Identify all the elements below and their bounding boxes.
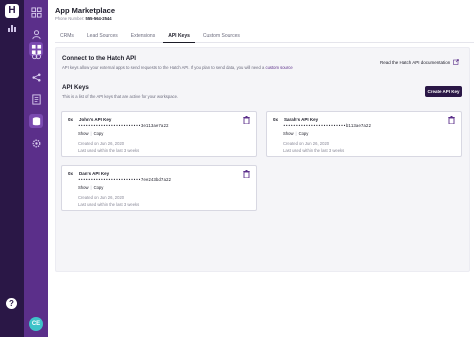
tab-bar: CRMs Lead Sources Extensions API Keys Cu… (55, 31, 474, 43)
custom-source-link[interactable]: custom source (265, 65, 292, 70)
copy-key-button[interactable]: Copy (299, 131, 309, 136)
api-keys-title: API Keys (62, 84, 89, 91)
key-actions: Show | Copy (78, 131, 103, 136)
page-title: App Marketplace (55, 6, 116, 15)
divider: | (90, 131, 92, 136)
show-key-button[interactable]: Show (78, 131, 88, 136)
key-icon: 0x (68, 117, 74, 122)
key-actions: Show | Copy (78, 185, 103, 190)
api-keys-description: This is a list of the API keys that are … (62, 94, 179, 99)
avatar[interactable]: CE (29, 317, 43, 331)
help-icon[interactable]: ? (6, 298, 17, 309)
hatch-logo[interactable]: H (5, 4, 19, 18)
tab-custom-sources[interactable]: Custom Sources (198, 31, 245, 43)
user-icon[interactable] (29, 27, 43, 41)
phone-label: Phone Number: (55, 16, 85, 21)
primary-nav-rail: H ? (0, 0, 24, 337)
create-api-key-button[interactable]: Create API Key (425, 86, 462, 97)
tab-api-keys[interactable]: API Keys (163, 31, 195, 43)
trash-icon[interactable] (243, 170, 250, 178)
api-documentation-link[interactable]: Read the Hatch API documentation (380, 59, 460, 65)
api-key-card: 0x John's API Key ••••••••••••••••••••••… (61, 111, 257, 157)
api-key-value: •••••••••••••••••••••••••7ee243bd7a22 (78, 179, 171, 183)
key-icon: 0x (68, 171, 74, 176)
divider: | (90, 185, 92, 190)
api-key-name: John's API Key (79, 117, 112, 122)
connect-description: API keys allow your external apps to sen… (62, 65, 293, 70)
api-keys-panel: Connect to the Hatch API API keys allow … (55, 47, 470, 272)
secondary-nav-rail: CE (24, 0, 48, 337)
api-key-card: 0x Sarah's API Key •••••••••••••••••••••… (266, 111, 462, 157)
tab-lead-sources[interactable]: Lead Sources (82, 31, 123, 43)
settings-icon[interactable] (29, 136, 43, 150)
database-icon[interactable] (29, 114, 43, 128)
grid-icon[interactable] (29, 5, 43, 19)
key-icon: 0x (273, 117, 279, 122)
logo-letter: H (8, 5, 16, 16)
last-used: Last used within the last 3 weeks (283, 148, 345, 153)
phone-number: 555-564-2544 (85, 16, 112, 21)
api-key-name: Dan's API Key (79, 171, 110, 176)
api-key-card: 0x Dan's API Key •••••••••••••••••••••••… (61, 165, 257, 211)
document-icon[interactable] (29, 92, 43, 106)
key-actions: Show | Copy (283, 131, 308, 136)
show-key-button[interactable]: Show (78, 185, 88, 190)
api-key-name: Sarah's API Key (284, 117, 319, 122)
external-link-icon (453, 59, 460, 65)
divider: | (295, 131, 297, 136)
created-date: Created on Jun 26, 2020 (78, 195, 125, 200)
copy-key-button[interactable]: Copy (94, 185, 104, 190)
tab-crms[interactable]: CRMs (55, 31, 79, 43)
api-key-value: •••••••••••••••••••••••••3e113ae7a22 (78, 125, 169, 129)
doc-link-label: Read the Hatch API documentation (380, 59, 451, 65)
link-icon[interactable] (29, 49, 43, 63)
connect-description-text: API keys allow your external apps to sen… (62, 65, 265, 70)
copy-key-button[interactable]: Copy (94, 131, 104, 136)
connect-title: Connect to the Hatch API (62, 55, 137, 62)
created-date: Created on Jun 26, 2020 (78, 141, 125, 146)
trash-icon[interactable] (448, 116, 455, 124)
trash-icon[interactable] (243, 116, 250, 124)
last-used: Last used within the last 3 weeks (78, 148, 140, 153)
tab-extensions[interactable]: Extensions (126, 31, 160, 43)
show-key-button[interactable]: Show (283, 131, 293, 136)
last-used: Last used within the last 3 weeks (78, 202, 140, 207)
chart-icon[interactable] (6, 22, 18, 34)
share-icon[interactable] (29, 70, 43, 84)
api-key-value: •••••••••••••••••••••••••b113ae7a22 (283, 125, 371, 129)
phone-info: Phone Number: 555-564-2544 (55, 16, 112, 21)
created-date: Created on Jun 26, 2020 (283, 141, 330, 146)
